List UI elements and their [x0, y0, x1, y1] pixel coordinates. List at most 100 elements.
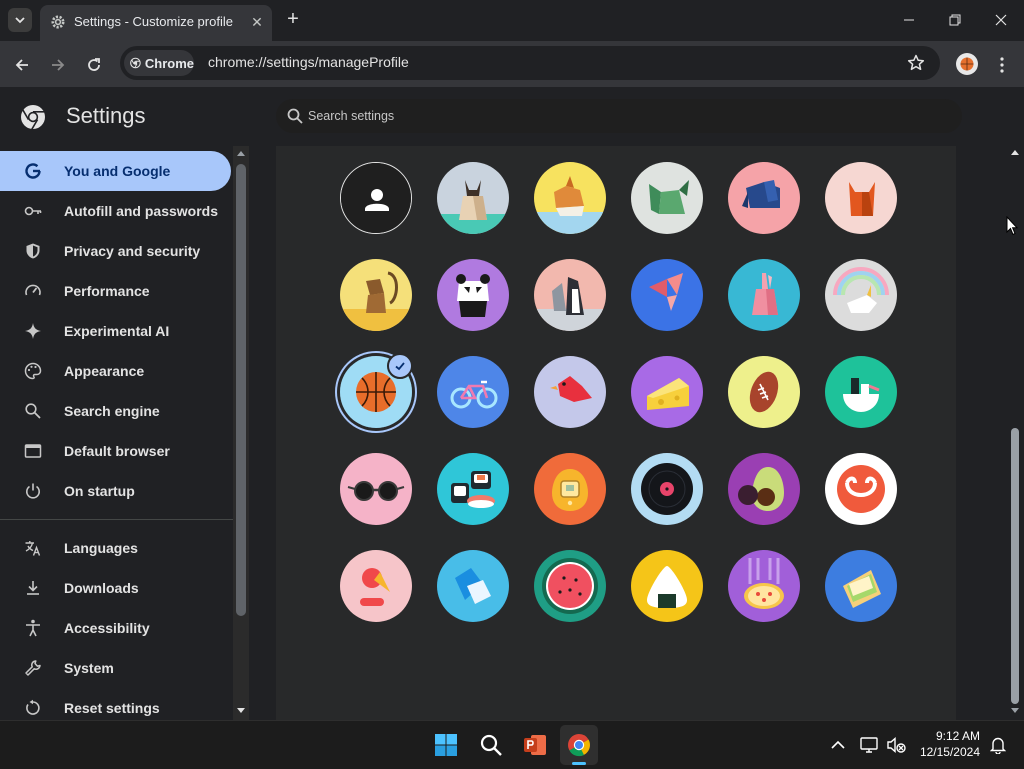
avatar-avocado[interactable] [728, 453, 800, 525]
avatar-sunglasses[interactable] [340, 453, 412, 525]
more-vertical-icon [1000, 57, 1004, 73]
avatar-pizza[interactable] [728, 550, 800, 622]
avatar-onigiri[interactable] [631, 550, 703, 622]
google-g-icon [25, 163, 41, 179]
avatar-vinyl-record[interactable] [631, 453, 703, 525]
settings-search-bar[interactable] [276, 99, 962, 133]
taskbar-search-button[interactable] [477, 731, 505, 759]
scroll-up-arrow-icon[interactable] [1011, 149, 1019, 155]
arrow-left-icon [15, 59, 28, 71]
origami-panda-icon [437, 259, 509, 331]
reload-button[interactable] [82, 53, 106, 77]
avatar-watermelon[interactable] [534, 550, 606, 622]
sidebar-item-system[interactable]: System [0, 648, 231, 688]
address-bar[interactable]: Chrome chrome://settings/manageProfile [120, 46, 940, 80]
avatar-origami-corgi[interactable] [534, 162, 606, 234]
origami-shape-icon [437, 550, 509, 622]
sidebar-item-label: You and Google [64, 163, 171, 179]
forward-button[interactable] [46, 53, 70, 77]
avatar-origami-cat[interactable] [437, 162, 509, 234]
avatar-origami-rabbit[interactable] [728, 259, 800, 331]
sidebar-scrollbar-thumb[interactable] [236, 164, 246, 616]
pizza-icon [728, 550, 800, 622]
sidebar-item-accessibility[interactable]: Accessibility [0, 608, 231, 648]
windows-start-button[interactable] [432, 731, 460, 759]
red-bird-icon [534, 356, 606, 428]
sushi-bowl-icon [825, 356, 897, 428]
clock-time[interactable]: 9:12 AM [932, 729, 980, 743]
scroll-down-arrow-icon[interactable] [237, 708, 245, 714]
close-tab-icon[interactable]: ✕ [248, 13, 266, 31]
origami-monkey-icon [340, 259, 412, 331]
new-tab-button[interactable]: + [282, 9, 304, 31]
show-hidden-icons-button[interactable] [826, 733, 850, 757]
sidebar-item-privacy[interactable]: Privacy and security [0, 231, 231, 271]
accessibility-icon [26, 619, 40, 637]
page-scrollbar-thumb[interactable] [1011, 428, 1019, 704]
avatar-origami-panda[interactable] [437, 259, 509, 331]
search-input[interactable] [308, 105, 908, 127]
windows-start-icon [435, 734, 457, 756]
sandwich-icon [825, 550, 897, 622]
minimize-button[interactable] [886, 6, 932, 34]
scroll-down-arrow-icon[interactable] [1011, 708, 1019, 714]
basketball-icon [960, 57, 974, 71]
sidebar-item-experimental-ai[interactable]: Experimental AI [0, 311, 231, 351]
settings-sidebar: You and Google Autofill and passwords Pr… [0, 146, 233, 720]
notifications-button[interactable] [986, 733, 1010, 757]
volume-tray-button[interactable] [884, 733, 908, 757]
avatar-origami-penguin[interactable] [534, 259, 606, 331]
avatar-digital-pet[interactable] [534, 453, 606, 525]
avatar-cheese[interactable] [631, 356, 703, 428]
sidebar-item-search-engine[interactable]: Search engine [0, 391, 231, 431]
sidebar-item-default-browser[interactable]: Default browser [0, 431, 231, 471]
close-window-button[interactable] [978, 6, 1024, 34]
sidebar-scrollbar[interactable] [233, 146, 249, 720]
avatar-origami-unicorn[interactable] [825, 259, 897, 331]
sidebar-item-downloads[interactable]: Downloads [0, 568, 231, 608]
sidebar-item-autofill[interactable]: Autofill and passwords [0, 191, 231, 231]
avatar-smile[interactable] [825, 453, 897, 525]
avatar-sushi-bowl[interactable] [825, 356, 897, 428]
windows-taskbar: 9:12 AM 12/15/2024 [0, 720, 1024, 769]
origami-unicorn-icon [825, 259, 897, 331]
clock-date[interactable]: 12/15/2024 [916, 745, 980, 759]
origami-cat-icon [437, 162, 509, 234]
network-tray-button[interactable] [858, 733, 882, 757]
taskbar-chrome[interactable] [565, 731, 593, 759]
avatar-ice-cream[interactable] [340, 550, 412, 622]
avatar-origami-butterfly[interactable] [631, 259, 703, 331]
sidebar-item-appearance[interactable]: Appearance [0, 351, 231, 391]
sidebar-item-you-and-google[interactable]: You and Google [0, 151, 231, 191]
avatar-generic-person[interactable] [340, 162, 412, 234]
avatar-origami-dragon[interactable] [631, 162, 703, 234]
avatar-football[interactable] [728, 356, 800, 428]
avatar-bike[interactable] [437, 356, 509, 428]
taskbar-powerpoint[interactable] [521, 731, 549, 759]
avatar-sandwich[interactable] [825, 550, 897, 622]
chevron-down-icon [15, 17, 25, 24]
sidebar-item-on-startup[interactable]: On startup [0, 471, 231, 511]
profile-avatar-button[interactable] [956, 53, 978, 75]
url-text[interactable]: chrome://settings/manageProfile [208, 54, 409, 70]
tab-search-button[interactable] [8, 8, 32, 32]
chrome-menu-button[interactable] [990, 53, 1014, 77]
origami-dragon-icon [631, 162, 703, 234]
avatar-origami-elephant[interactable] [728, 162, 800, 234]
back-button[interactable] [10, 53, 34, 77]
avatar-origami-monkey[interactable] [340, 259, 412, 331]
sidebar-item-languages[interactable]: Languages [0, 528, 231, 568]
scroll-up-arrow-icon[interactable] [237, 150, 245, 156]
avatar-origami-shape[interactable] [437, 550, 509, 622]
site-info-chip[interactable]: Chrome [124, 50, 194, 76]
restore-button[interactable] [932, 6, 978, 34]
avatar-red-bird[interactable] [534, 356, 606, 428]
sidebar-item-label: Search engine [64, 403, 160, 419]
avatar-origami-fox[interactable] [825, 162, 897, 234]
sidebar-item-label: Privacy and security [64, 243, 201, 259]
avatar-sushi-roll[interactable] [437, 453, 509, 525]
tab-settings[interactable]: Settings - Customize profile ✕ [40, 5, 272, 41]
sidebar-item-performance[interactable]: Performance [0, 271, 231, 311]
onigiri-icon [631, 550, 703, 622]
bookmark-star-icon[interactable] [906, 53, 926, 73]
